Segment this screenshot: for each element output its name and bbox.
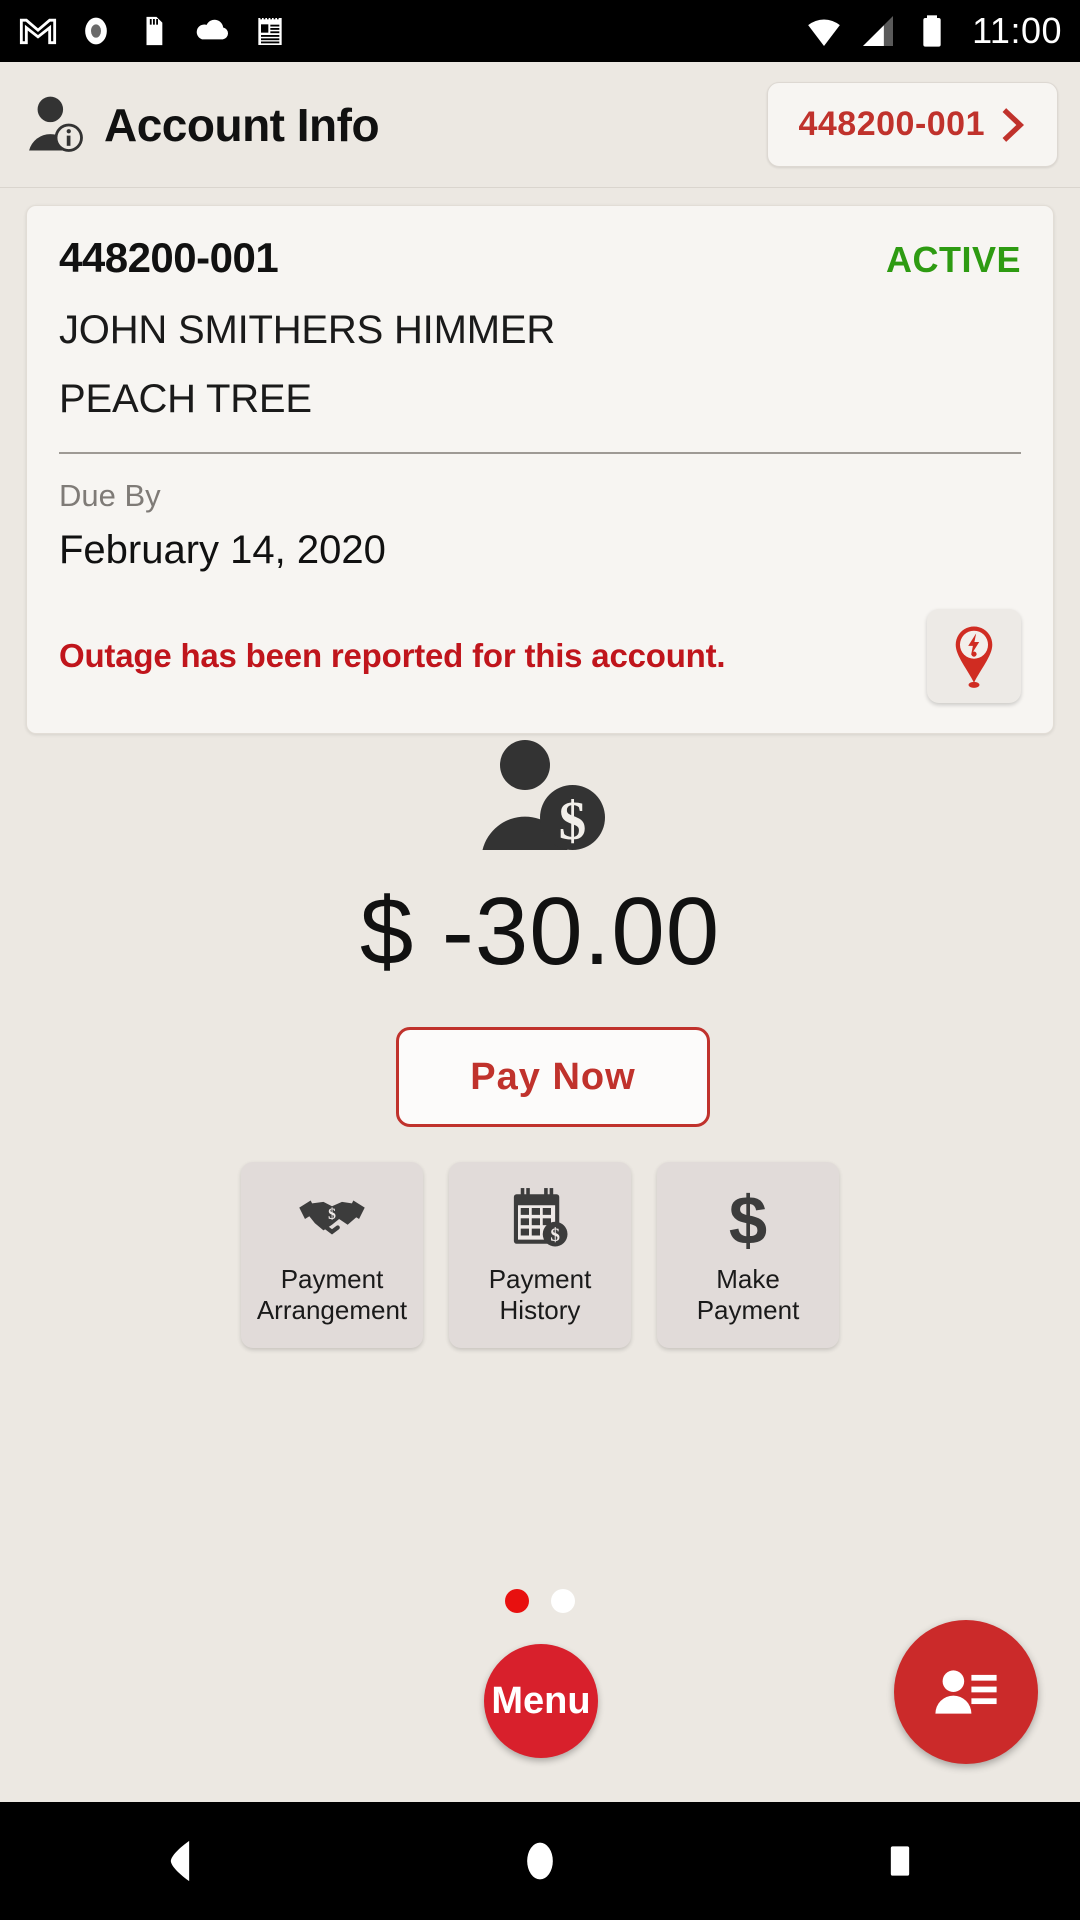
page-indicator [0,1589,1080,1613]
outage-button[interactable] [927,609,1021,703]
status-bar-system-icons: 11:00 [804,11,1062,51]
account-number: 448200-001 [59,234,279,281]
tile-label-line2: History [499,1294,581,1325]
tile-label-line2: Payment [696,1294,800,1325]
phone-screen: 11:00 Account Info 448200-001 448200-001… [0,0,1080,1920]
outage-pin-icon [955,626,993,688]
person-info-icon [29,96,83,152]
cellular-signal-icon [863,16,894,46]
account-card-header-row: 448200-001 ACTIVE [59,234,1021,282]
dollar-sign-icon: $ [729,1186,767,1252]
nav-home-button[interactable] [480,1802,600,1920]
tile-label-line1: Payment [280,1264,384,1294]
account-selector-chip[interactable]: 448200-001 [767,82,1058,167]
outage-message: Outage has been reported for this accoun… [59,637,726,674]
back-triangle-icon [170,1840,190,1882]
page-dot-inactive[interactable] [551,1589,575,1613]
quick-actions: $ Payment Arrangement $ Payment History … [0,1162,1080,1348]
pay-now-button[interactable]: Pay Now [396,1027,710,1127]
sd-card-icon [146,16,163,46]
tile-make-payment[interactable]: $ Make Payment [657,1162,839,1348]
balance-amount: $ -30.00 [359,878,721,985]
account-summary-card[interactable]: 448200-001 ACTIVE JOHN SMITHERS HIMMER P… [26,205,1054,734]
wifi-icon [808,19,840,46]
svg-text:$: $ [328,1206,336,1223]
menu-fab-label: Menu [491,1679,591,1722]
person-dollar-icon: $ [482,740,605,851]
svg-text:$: $ [729,1186,767,1252]
cloud-icon [196,19,229,40]
handshake-dollar-icon: $ [299,1200,365,1235]
card-divider [59,452,1021,454]
due-by-date: February 14, 2020 [59,528,386,572]
account-selector-label: 448200-001 [798,105,985,143]
customer-name: JOHN SMITHERS HIMMER [59,308,556,352]
svg-text:$: $ [550,1225,560,1246]
menu-fab[interactable]: Menu [484,1644,598,1758]
status-bar: 11:00 [0,0,1080,62]
battery-icon [923,15,941,47]
android-nav-bar [0,1802,1080,1920]
nav-back-button[interactable] [120,1802,240,1920]
tile-make-payment-label: Make Payment [697,1264,800,1325]
tile-label-line2: Arrangement [256,1294,408,1325]
outage-row: Outage has been reported for this accoun… [59,609,1021,703]
tile-payment-arrangement[interactable]: $ Payment Arrangement [241,1162,423,1348]
app-header: Account Info 448200-001 [0,62,1080,188]
pay-now-label: Pay Now [470,1055,636,1098]
contact-card-icon [935,1670,997,1714]
home-circle-icon [527,1842,553,1880]
due-by-label: Due By [59,478,161,513]
status-bar-clock: 11:00 [972,10,1062,51]
calendar-dollar-icon: $ [513,1188,568,1247]
tile-payment-history[interactable]: $ Payment History [449,1162,631,1348]
tile-payment-history-label: Payment History [489,1264,592,1325]
tile-label-line1: Make [716,1264,780,1294]
status-bar-notification-icons [18,11,290,51]
chevron-right-icon [1002,107,1025,142]
tile-payment-arrangement-label: Payment Arrangement [257,1264,407,1325]
recents-square-icon [890,1846,910,1876]
record-icon [85,17,107,45]
contact-fab[interactable] [894,1620,1038,1764]
svg-text:$: $ [559,790,587,851]
service-address: PEACH TREE [59,377,312,421]
page-dot-active[interactable] [505,1589,529,1613]
gmail-icon [19,18,57,45]
balance-section: $ $ -30.00 [0,735,1080,987]
tile-label-line1: Payment [488,1264,592,1294]
page-title: Account Info [104,98,380,151]
status-badge: ACTIVE [885,239,1021,280]
nav-recents-button[interactable] [840,1802,960,1920]
notepad-icon [258,15,282,46]
